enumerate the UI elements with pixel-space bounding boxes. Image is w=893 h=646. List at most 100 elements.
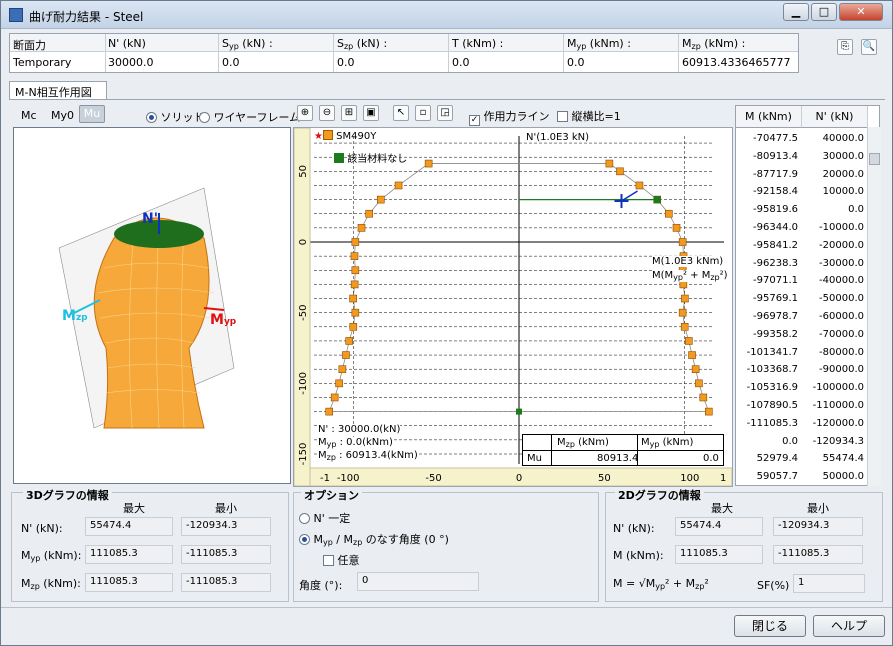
table-row[interactable]: -105316.9 -100000.0 xyxy=(736,379,868,397)
region-icon[interactable]: ◲ xyxy=(437,105,453,121)
summary-value-myp: 0.0 xyxy=(567,56,585,69)
table-cell-n: -70000.0 xyxy=(819,328,864,340)
table-scrollbar[interactable] xyxy=(867,127,881,486)
copy-icon[interactable]: ⎘ xyxy=(837,39,853,55)
mc-button[interactable]: Mc xyxy=(21,109,37,122)
data-point xyxy=(672,224,681,232)
fit-icon[interactable]: ⊞ xyxy=(341,105,357,121)
table-cell-n: -50000.0 xyxy=(819,293,864,305)
table-row[interactable]: -87717.9 20000.0 xyxy=(736,166,868,184)
radio-solid[interactable]: ソリッド xyxy=(146,109,205,125)
table-cell-n: 50000.0 xyxy=(822,471,864,483)
data-point xyxy=(695,379,703,388)
table-row[interactable]: -95841.2 -20000.0 xyxy=(736,237,868,255)
table-cell-n: -90000.0 xyxy=(819,364,864,376)
radio-n-const[interactable]: N' 一定 xyxy=(299,510,350,526)
x-axis-left-label: -1 xyxy=(320,473,330,484)
checkbox-action-line[interactable]: ✓ 作用力ライン xyxy=(469,108,550,126)
info3d-mzp-max: 111085.3 xyxy=(85,573,173,592)
view-3d[interactable]: N' Mzp Myp xyxy=(13,127,291,484)
radio-angle[interactable]: Myp / Mzp のなす角度 (0 °) xyxy=(299,531,449,547)
app-icon xyxy=(9,8,23,22)
info3d-max-header: 最大 xyxy=(123,502,145,515)
data-point xyxy=(678,308,687,317)
mu-button[interactable]: Mu xyxy=(79,105,105,123)
info3d-min-header: 最小 xyxy=(215,502,237,515)
table-row[interactable]: -92158.4 10000.0 xyxy=(736,183,868,201)
table-row[interactable]: -111085.3 -120000.0 xyxy=(736,415,868,433)
table-row[interactable]: -70477.5 40000.0 xyxy=(736,130,868,148)
summary-col-n: N' (kN) xyxy=(108,37,146,50)
print-preview-icon[interactable]: 🔍 xyxy=(861,39,877,55)
angle-input[interactable]: 0 xyxy=(357,572,479,591)
summary-value-n: 30000.0 xyxy=(108,56,154,69)
table-row[interactable]: -96238.3 -30000.0 xyxy=(736,255,868,273)
action-point xyxy=(653,196,661,204)
mn-plot[interactable]: 50 0 -50 -100 -150 -100 -50 0 50 100 -1 1 ★ SM490Y … xyxy=(293,127,733,487)
radio-wireframe[interactable]: ワイヤーフレーム xyxy=(199,109,300,125)
table-cell-n: 10000.0 xyxy=(822,186,864,198)
table-row[interactable]: -96344.0 -10000.0 xyxy=(736,219,868,237)
data-point xyxy=(350,280,359,289)
table-row[interactable]: -97071.1 -40000.0 xyxy=(736,272,868,290)
table-cell-n: -110000.0 xyxy=(812,400,864,411)
table-row[interactable]: -95819.6 0.0 xyxy=(736,201,868,219)
data-point xyxy=(680,323,689,331)
table-row[interactable]: 52979.4 55474.4 xyxy=(736,450,868,468)
info2d-min-header: 最小 xyxy=(807,502,829,515)
info2d-formula: M = √Myp² + Mzp² xyxy=(613,577,709,591)
checkbox-aspect-ratio[interactable]: 縦横比=1 xyxy=(557,108,621,124)
table-row[interactable]: -80913.4 30000.0 xyxy=(736,148,868,166)
info-n: N' : 30000.0(kN) xyxy=(318,424,401,435)
axis-n-title: N'(1.0E3 kN) xyxy=(526,132,590,143)
data-point xyxy=(635,181,644,190)
data-point xyxy=(365,209,373,218)
maximize-button[interactable]: □ xyxy=(811,3,837,21)
table-row[interactable]: -99358.2 -70000.0 xyxy=(736,326,868,344)
table-row[interactable]: -107890.5 -110000.0 xyxy=(736,397,868,415)
close-window-button[interactable]: ✕ xyxy=(839,3,883,21)
mn-data-table[interactable]: M (kNm) N' (kN) -70477.5 40000.0 -80913.4 3… xyxy=(735,105,880,486)
info2d-max-header: 最大 xyxy=(711,502,733,515)
data-point xyxy=(688,351,696,359)
table-cell-n: 20000.0 xyxy=(822,168,864,180)
data-point xyxy=(605,159,614,168)
summary-col-myp: Myp (kNm) : xyxy=(567,37,631,51)
axis-m-formula: M(Myp² + Mzp²) xyxy=(652,270,728,282)
pointer-icon[interactable]: ↖ xyxy=(393,105,409,121)
table-row[interactable]: 0.0 -120934.3 xyxy=(736,433,868,451)
table-cell-n: -40000.0 xyxy=(819,275,864,287)
table-cell-n: -60000.0 xyxy=(819,311,864,322)
table-row[interactable]: -103368.7 -90000.0 xyxy=(736,361,868,379)
info3d-myp-label: Myp (kNm): xyxy=(21,549,82,563)
my0-button[interactable]: My0 xyxy=(51,109,74,122)
x-axis-right-label: 1 xyxy=(720,473,726,484)
info-mzp: Mzp : 60913.4(kNm) xyxy=(318,450,418,462)
zoom-in-icon[interactable]: ⊕ xyxy=(297,105,313,121)
table-cell-n: -80000.0 xyxy=(819,346,864,358)
table-row[interactable]: 59057.7 50000.0 xyxy=(736,468,868,485)
tab-mn-interaction[interactable]: M-N相互作用図 xyxy=(9,81,107,99)
table-cell-m: 0.0 xyxy=(782,435,798,447)
summary-col-szp: Szp (kN) : xyxy=(337,37,388,51)
summary-value-mzp: 60913.4336465777 xyxy=(682,56,791,69)
data-point xyxy=(678,238,687,246)
minimize-button[interactable]: ▁ xyxy=(783,3,809,21)
table-row[interactable]: -96978.7 -60000.0 xyxy=(736,308,868,326)
table-cell-m: -97071.1 xyxy=(753,275,798,287)
checkbox-any[interactable]: 任意 xyxy=(323,552,360,568)
close-button[interactable]: 閉じる xyxy=(734,615,806,637)
table-row[interactable]: -95769.1 -50000.0 xyxy=(736,290,868,308)
sf-input[interactable]: 1 xyxy=(793,574,865,593)
x-tick-label: 50 xyxy=(598,473,611,484)
table-cell-m: -87717.9 xyxy=(753,168,798,180)
data-point xyxy=(665,209,673,218)
y-tick-label: 50 xyxy=(298,165,309,178)
zoom-out-icon[interactable]: ⊖ xyxy=(319,105,335,121)
help-button[interactable]: ヘルプ xyxy=(813,615,885,637)
frame-icon[interactable]: ▣ xyxy=(363,105,379,121)
square-icon[interactable]: ▫ xyxy=(415,105,431,121)
table-row[interactable]: -101341.7 -80000.0 xyxy=(736,344,868,362)
data-point xyxy=(394,181,403,190)
sf-label: SF(%) xyxy=(757,579,790,592)
